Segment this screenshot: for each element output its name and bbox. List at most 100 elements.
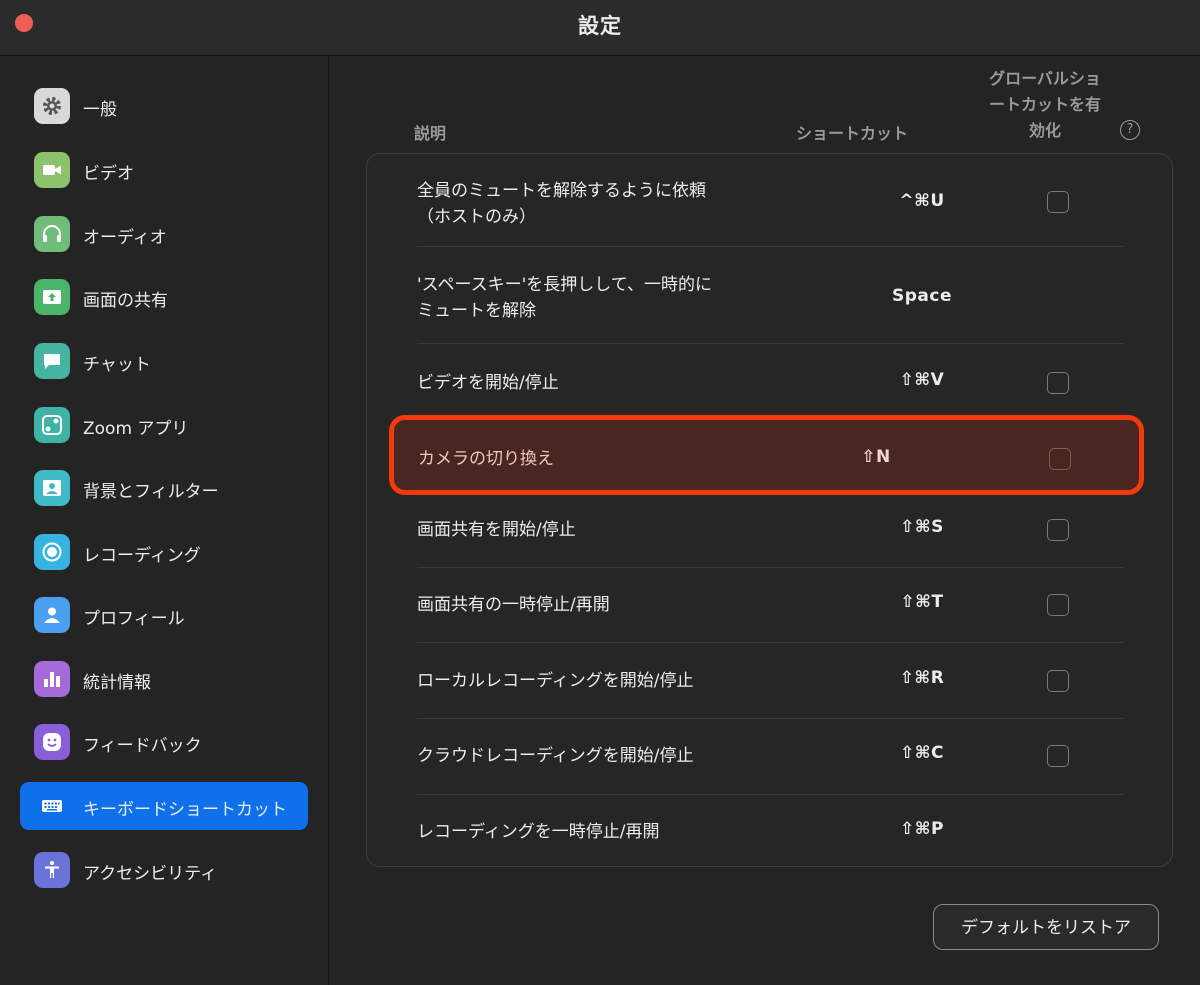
restore-defaults-button[interactable]: デフォルトをリストア bbox=[933, 904, 1159, 950]
row-description-line: ビデオを開始/停止 bbox=[417, 373, 559, 393]
row-shortcut: ^⌘U bbox=[899, 191, 945, 211]
settings-window: 設定 一般 ビデオ オーディオ 画面の共有 チャット Zoom アプリ 背景とフ… bbox=[0, 0, 1200, 985]
row-description-line: 'スペースキー'を長押しして、一時的に bbox=[417, 275, 712, 295]
headphones-icon bbox=[34, 216, 70, 252]
table-row: 画面共有を開始/停止 ⇧⌘S bbox=[417, 517, 1123, 547]
row-description: 'スペースキー'を長押しして、一時的に ミュートを解除 bbox=[417, 272, 797, 324]
sidebar-item-label: 統計情報 bbox=[83, 673, 151, 693]
row-description-line: ミュートを解除 bbox=[417, 301, 536, 321]
table-row: ビデオを開始/停止 ⇧⌘V bbox=[417, 368, 1123, 398]
sidebar-item-label: アクセシビリティ bbox=[83, 864, 218, 884]
global-shortcut-checkbox[interactable] bbox=[1047, 372, 1069, 394]
row-shortcut: ⇧⌘P bbox=[900, 819, 944, 839]
statistics-icon bbox=[34, 661, 70, 697]
row-description-line: 画面共有を開始/停止 bbox=[417, 520, 576, 540]
row-description: カメラの切り換え bbox=[418, 446, 798, 472]
global-shortcut-checkbox[interactable] bbox=[1047, 594, 1069, 616]
sidebar-item-general[interactable]: 一般 bbox=[20, 82, 308, 130]
sidebar-item-label: 背景とフィルター bbox=[83, 482, 219, 502]
row-description-line: ローカルレコーディングを開始/停止 bbox=[417, 671, 694, 691]
sidebar-item-zoom-apps[interactable]: Zoom アプリ bbox=[20, 401, 308, 449]
keyboard-icon bbox=[34, 788, 70, 824]
global-shortcut-checkbox[interactable] bbox=[1047, 191, 1069, 213]
column-header-global-line: グローバルショ bbox=[989, 69, 1101, 88]
record-icon bbox=[34, 534, 70, 570]
table-row: レコーディングを一時停止/再開 ⇧⌘P bbox=[417, 819, 1123, 849]
row-description-line: （ホストのみ） bbox=[417, 207, 536, 227]
column-header-global-line: 効化 bbox=[1028, 121, 1061, 140]
chat-bubble-icon bbox=[34, 343, 70, 379]
row-shortcut: Space bbox=[892, 286, 952, 306]
row-shortcut: ⇧⌘R bbox=[899, 668, 945, 688]
row-divider bbox=[417, 642, 1123, 643]
row-shortcut: ⇧⌘T bbox=[900, 592, 944, 612]
sidebar-item-audio[interactable]: オーディオ bbox=[20, 210, 308, 258]
sidebar-item-background[interactable]: 背景とフィルター bbox=[20, 464, 308, 512]
row-description: 全員のミュートを解除するように依頼 （ホストのみ） bbox=[417, 178, 797, 230]
gear-icon bbox=[34, 88, 70, 124]
row-description: 画面共有の一時停止/再開 bbox=[417, 592, 797, 618]
sidebar-item-profile[interactable]: プロフィール bbox=[20, 591, 308, 639]
sidebar-item-share-screen[interactable]: 画面の共有 bbox=[20, 273, 308, 321]
table-row: 全員のミュートを解除するように依頼 （ホストのみ） ^⌘U bbox=[417, 176, 1123, 232]
row-description-line: 画面共有の一時停止/再開 bbox=[417, 595, 610, 615]
sidebar-item-statistics[interactable]: 統計情報 bbox=[20, 655, 308, 703]
sidebar-item-label: Zoom アプリ bbox=[83, 419, 189, 439]
global-shortcut-checkbox[interactable] bbox=[1049, 448, 1071, 470]
global-shortcut-checkbox[interactable] bbox=[1047, 519, 1069, 541]
sidebar-item-label: 画面の共有 bbox=[83, 291, 168, 311]
table-row: ローカルレコーディングを開始/停止 ⇧⌘R bbox=[417, 668, 1123, 698]
row-divider bbox=[417, 718, 1123, 719]
row-divider bbox=[417, 343, 1123, 344]
table-row: 画面共有の一時停止/再開 ⇧⌘T bbox=[417, 592, 1123, 622]
feedback-smile-icon bbox=[34, 724, 70, 760]
table-row: 'スペースキー'を長押しして、一時的に ミュートを解除 Space bbox=[417, 272, 1123, 328]
row-shortcut: ⇧N bbox=[861, 447, 891, 467]
help-icon[interactable]: ? bbox=[1120, 120, 1140, 140]
row-shortcut: ⇧⌘C bbox=[900, 743, 944, 763]
share-screen-icon bbox=[34, 279, 70, 315]
table-row: クラウドレコーディングを開始/停止 ⇧⌘C bbox=[417, 743, 1123, 773]
profile-icon bbox=[34, 597, 70, 633]
sidebar-item-accessibility[interactable]: アクセシビリティ bbox=[20, 846, 308, 894]
row-divider bbox=[417, 567, 1123, 568]
shortcuts-list: 全員のミュートを解除するように依頼 （ホストのみ） ^⌘U 'スペースキー'を長… bbox=[366, 153, 1173, 867]
row-divider bbox=[417, 246, 1123, 247]
sidebar-item-keyboard-shortcuts[interactable]: キーボードショートカット bbox=[20, 782, 308, 830]
row-shortcut: ⇧⌘V bbox=[899, 370, 945, 390]
sidebar-item-label: フィードバック bbox=[83, 736, 202, 756]
row-divider bbox=[417, 794, 1123, 795]
settings-sidebar: 一般 ビデオ オーディオ 画面の共有 チャット Zoom アプリ 背景とフィルタ… bbox=[0, 56, 329, 985]
sidebar-item-label: キーボードショートカット bbox=[83, 800, 287, 820]
row-description: 画面共有を開始/停止 bbox=[417, 517, 797, 543]
sidebar-item-label: オーディオ bbox=[83, 228, 167, 248]
row-description: レコーディングを一時停止/再開 bbox=[417, 819, 797, 845]
sidebar-item-label: プロフィール bbox=[83, 609, 185, 629]
title-bar: 設定 bbox=[0, 0, 1200, 56]
sidebar-item-label: チャット bbox=[83, 355, 151, 375]
global-shortcut-checkbox[interactable] bbox=[1047, 745, 1069, 767]
sidebar-item-recording[interactable]: レコーディング bbox=[20, 528, 308, 576]
sidebar-item-label: 一般 bbox=[83, 100, 117, 120]
column-header-global-line: ートカットを有 bbox=[988, 95, 1101, 114]
column-header-global: グローバルショ ートカットを有 効化 bbox=[980, 66, 1110, 144]
apps-icon bbox=[34, 407, 70, 443]
sidebar-item-label: レコーディング bbox=[83, 546, 201, 566]
row-description: ビデオを開始/停止 bbox=[417, 370, 797, 396]
sidebar-item-video[interactable]: ビデオ bbox=[20, 146, 308, 194]
row-description: クラウドレコーディングを開始/停止 bbox=[417, 743, 797, 769]
window-title: 設定 bbox=[578, 14, 622, 38]
accessibility-icon bbox=[34, 852, 70, 888]
background-icon bbox=[34, 470, 70, 506]
sidebar-item-feedback[interactable]: フィードバック bbox=[20, 718, 308, 766]
row-description-line: カメラの切り換え bbox=[418, 449, 554, 469]
video-camera-icon bbox=[34, 152, 70, 188]
sidebar-item-chat[interactable]: チャット bbox=[20, 337, 308, 385]
global-shortcut-checkbox[interactable] bbox=[1047, 670, 1069, 692]
shortcuts-panel: 説明 ショートカット グローバルショ ートカットを有 効化 ? 全員のミュートを… bbox=[330, 56, 1200, 985]
row-description-line: レコーディングを一時停止/再開 bbox=[417, 822, 660, 842]
row-description-line: 全員のミュートを解除するように依頼 bbox=[417, 181, 706, 201]
sidebar-item-label: ビデオ bbox=[83, 164, 134, 184]
row-description: ローカルレコーディングを開始/停止 bbox=[417, 668, 797, 694]
row-description-line: クラウドレコーディングを開始/停止 bbox=[417, 746, 694, 766]
